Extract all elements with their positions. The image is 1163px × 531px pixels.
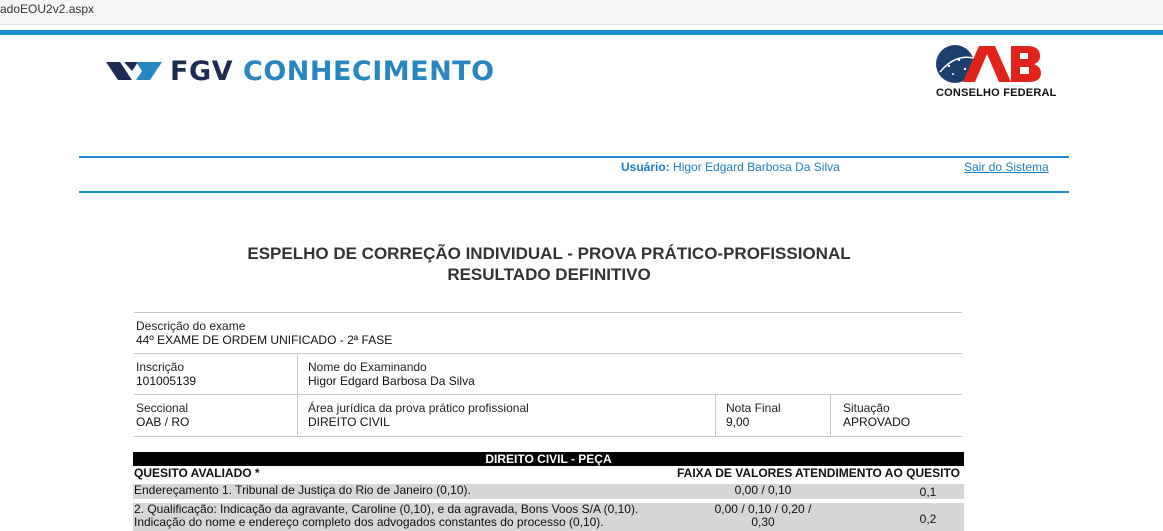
header-divider-bottom	[79, 191, 1069, 193]
candidate-name-label: Nome do Examinando	[308, 360, 427, 374]
grading-table: DIREITO CIVIL - PEÇA QUESITO AVALIADO * …	[133, 452, 964, 531]
status-label: Situação	[843, 401, 890, 415]
grading-row-description: Endereçamento 1. Tribunal de Justiça do …	[134, 484, 471, 497]
final-grade-value: 9,00	[726, 415, 750, 429]
exam-description-value: 44º EXAME DE ORDEM UNIFICADO - 2ª FASE	[136, 333, 393, 347]
grading-row-description: 2. Qualificação: Indicação da agravante,…	[134, 503, 638, 529]
final-grade-label: Nota Final	[726, 401, 781, 415]
oab-caption: CONSELHO FEDERAL	[936, 87, 1057, 99]
header-divider-top	[79, 156, 1069, 158]
top-accent-bar	[0, 30, 1163, 35]
section-label: Seccional	[136, 401, 189, 415]
final-grade-cell: Nota Final 9,00	[715, 395, 831, 436]
user-label: Usuário:	[621, 160, 670, 174]
section-value: OAB / RO	[136, 415, 190, 429]
registration-cell: Inscrição 101005139	[134, 354, 297, 395]
user-name: Higor Edgard Barbosa Da Silva	[673, 160, 840, 174]
area-cell: Área jurídica da prova prático profissio…	[297, 395, 716, 436]
col-item-header: QUESITO AVALIADO *	[134, 466, 260, 480]
grading-rows: Endereçamento 1. Tribunal de Justiça do …	[133, 484, 964, 531]
registration-label: Inscrição	[136, 360, 185, 374]
fgv-wordmark-part2: CONHECIMENTO	[243, 55, 495, 87]
grading-row-range: 0,00 / 0,10	[673, 484, 853, 497]
browser-url[interactable]: adoEOU2v2.aspx	[0, 2, 94, 16]
col-score-header: ATENDIMENTO AO QUESITO	[795, 466, 960, 480]
grading-row-range-line: 0,30	[751, 515, 775, 529]
exam-description-cell: Descrição do exame 44º EXAME DE ORDEM UN…	[134, 313, 962, 354]
status-value: APROVADO	[843, 415, 911, 429]
area-value: DIREITO CIVIL	[308, 415, 390, 429]
logout-link[interactable]: Sair do Sistema	[964, 160, 1049, 174]
grading-row: Endereçamento 1. Tribunal de Justiça do …	[133, 484, 964, 499]
area-label: Área jurídica da prova prático profissio…	[308, 401, 529, 415]
grading-section-title: DIREITO CIVIL - PEÇA	[133, 452, 964, 466]
grading-row-score-value: 0,2	[919, 512, 937, 526]
candidate-name-cell: Nome do Examinando Higor Edgard Barbosa …	[297, 354, 963, 395]
registration-value: 101005139	[136, 374, 197, 388]
grading-row-range-line: 0,00 / 0,10	[734, 483, 792, 497]
grading-row-range: 0,00 / 0,10 / 0,20 /0,30	[673, 503, 853, 529]
candidate-name-value: Higor Edgard Barbosa Da Silva	[308, 374, 475, 388]
fgv-mark-icon	[106, 62, 162, 80]
user-info: Usuário: Higor Edgard Barbosa Da Silva	[621, 160, 840, 174]
col-range-header: FAIXA DE VALORES	[677, 466, 793, 480]
candidate-row: Inscrição 101005139 Nome do Examinando H…	[134, 353, 962, 395]
exam-description-label: Descrição do exame	[136, 319, 246, 333]
fgv-wordmark-part1: FGV	[170, 55, 234, 87]
grading-row-description-line: Indicação do nome e endereço completo do…	[134, 515, 604, 529]
grading-row-score-value: 0,1	[919, 484, 937, 499]
grading-row: 2. Qualificação: Indicação da agravante,…	[133, 503, 964, 531]
status-cell: Situação APROVADO	[830, 395, 963, 436]
result-row: Seccional OAB / RO Área jurídica da prov…	[134, 394, 962, 437]
fgv-wordmark: FGV CONHECIMENTO	[170, 56, 495, 87]
section-cell: Seccional OAB / RO	[134, 395, 297, 436]
grading-column-headers: QUESITO AVALIADO * FAIXA DE VALORES ATEN…	[133, 466, 964, 480]
page-title: ESPELHO DE CORREÇÃO INDIVIDUAL - PROVA P…	[247, 244, 851, 263]
browser-address-bar[interactable]: adoEOU2v2.aspx	[0, 0, 1163, 25]
exam-description-row: Descrição do exame 44º EXAME DE ORDEM UN…	[134, 312, 962, 354]
page-subtitle: RESULTADO DEFINITIVO	[447, 265, 651, 284]
fgv-logo: FGV CONHECIMENTO	[106, 55, 495, 87]
grading-row-description-line: Endereçamento 1. Tribunal de Justiça do …	[134, 483, 471, 497]
